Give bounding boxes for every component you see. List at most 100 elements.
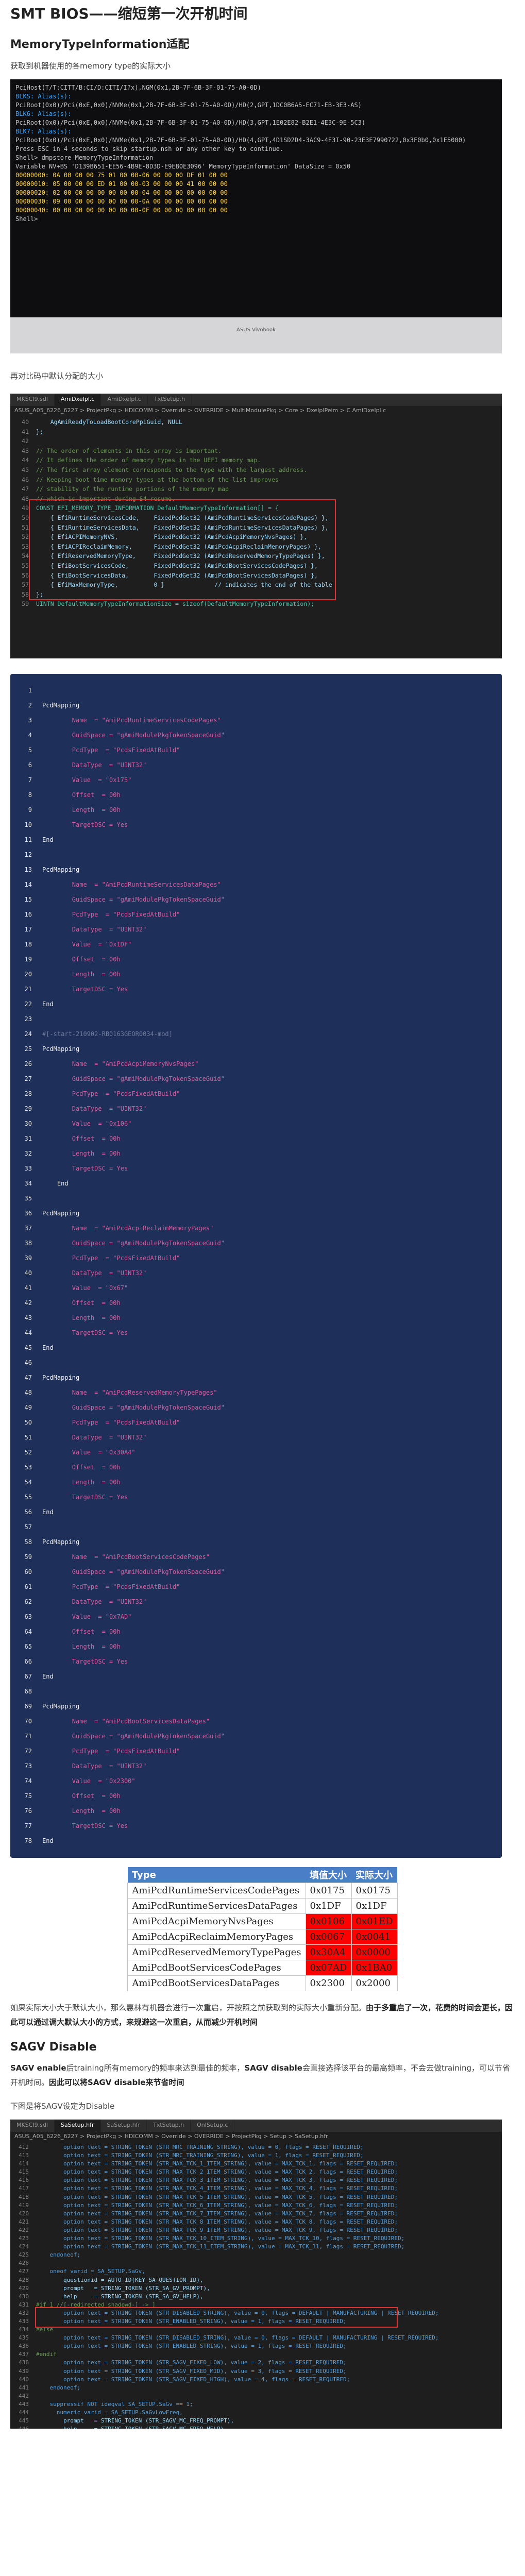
pcd-text: PcdType = "PcdsFixedAtBuild" [42,911,180,918]
line-text: option text = STRING_TOKEN (STR_MRC_TRAI… [36,2152,364,2159]
line-text: AgAmiReadyToLoadBootCorePpiGuid, NULL [36,418,182,426]
article-title: SMT BIOS——缩短第一次开机时间 [10,5,248,22]
pcd-line: 28 PcdType = "PcdsFixedAtBuild" [10,1087,502,1101]
pcd-text: #[-start-210902-RB0163GEOR0034-mod] [42,1030,173,1038]
line-number: 2 [28,702,32,709]
line-number: 31 [24,1135,32,1142]
line-number: 418 [19,2193,29,2200]
pcd-line: 27 GuidSpace = "gAmiModulePkgTokenSpaceG… [10,1072,502,1087]
line-number: 71 [24,1733,32,1740]
line-number: 413 [19,2152,29,2159]
pcd-line: 62 DataType = "UINT32" [10,1595,502,1609]
section-heading-memory-type: MemoryTypeInformation适配 [10,38,190,51]
line-text: option text = STRING_TOKEN (STR_MAX_TCK_… [36,2201,398,2209]
code-line: 419 option text = STRING_TOKEN (STR_MAX_… [10,2201,502,2210]
pcd-text: GuidSpace = "gAmiModulePkgTokenSpaceGuid… [42,1075,225,1082]
line-number: 74 [24,1777,32,1785]
shell-line: 00000030: 09 00 00 00 00 00 00 00-0A 00 … [15,198,228,205]
line-number: 435 [19,2334,29,2342]
sagv-paragraph: SAGV enable后training所有memory的频率来达到最佳的频率，… [10,2061,515,2090]
line-text: // It defines the order of memory types … [36,456,261,464]
line-number: 445 [19,2417,29,2425]
code-line: 442 [10,2392,502,2400]
pcd-line: 7 Value = "0x175" [10,773,502,788]
pcd-line: 69 PcdMapping [10,1699,502,1714]
line-number: 32 [24,1150,32,1157]
editor-tab[interactable]: MKSCI9.sdl [10,394,55,406]
editor-tab[interactable]: OnlSetup.c [191,2120,235,2132]
code-line: 436 option text = STRING_TOKEN (STR_ENAB… [10,2342,502,2350]
code-line: 427 oneof varid = SA_SETUP.SaGv, [10,2267,502,2276]
line-number: 25 [24,1045,32,1053]
pcd-text: GuidSpace = "gAmiModulePkgTokenSpaceGuid… [42,1240,225,1247]
table-cell: 0x1DF [305,1898,352,1914]
pcd-line: 26 Name = "AmiPcdAcpiMemoryNvsPages" [10,1057,502,1072]
editor-tab[interactable]: SaSetup.hfr [54,2120,101,2132]
code-line: 47 // stability of the runtime portions o… [10,484,502,494]
line-number: 44 [22,456,29,464]
line-number: 16 [24,911,32,918]
line-number: 56 [22,571,29,579]
line-number: 29 [24,1105,32,1112]
table-cell: 0x2300 [305,1975,352,1991]
editor-tab[interactable]: SaSetup.hfr [101,2120,147,2132]
line-number: 59 [22,600,29,608]
pcd-line: 51 DataType = "UINT32" [10,1430,502,1445]
line-number: 66 [24,1658,32,1665]
line-number: 39 [24,1255,32,1262]
pcd-text: PcdType = "PcdsFixedAtBuild" [42,1419,180,1426]
table-cell: 0x0000 [351,1944,398,1960]
line-number: 4 [28,732,32,739]
code-line: 429 prompt = STRING_TOKEN (STR_SA_GV_PRO… [10,2284,502,2293]
pcd-text: GuidSpace = "gAmiModulePkgTokenSpaceGuid… [42,1404,225,1411]
shell-line: Shell> [15,215,38,223]
sagv-enable-desc: 后training所有memory的频率来达到最佳的频率， [66,2063,245,2073]
table-row: AmiPcdBootServicesDataPages 0x2300 0x2000 [127,1975,398,1991]
pcd-text: Value = "0x7AD" [42,1613,132,1620]
highlight-box [35,2307,398,2328]
code-line: 444 numeric varid = SA_SETUP.SaGvLowFreq… [10,2409,502,2417]
line-number: 33 [24,1165,32,1172]
pcd-text: TargetDSC = Yes [42,1822,128,1829]
editor-tab[interactable]: TxtSetup.h [148,394,192,406]
code-line: 413 option text = STRING_TOKEN (STR_MRC_… [10,2151,502,2160]
pcd-line: 43 Length = 00h [10,1311,502,1326]
line-text: suppressif NOT ideqval SA_SETUP.SaGv == … [36,2400,193,2408]
code-line: 441 endoneof; [10,2384,502,2392]
pcd-text: GuidSpace = "gAmiModulePkgTokenSpaceGuid… [42,896,225,903]
editor-tab[interactable]: AmiDxeIpl.c [54,394,101,406]
line-number: 69 [24,1703,32,1710]
line-number: 52 [24,1449,32,1456]
editor-breadcrumb: ASUS_A05_6226_6227 > ProjectPkg > HDICOM… [10,2132,502,2141]
table-cell: AmiPcdReservedMemoryTypePages [127,1944,306,1960]
line-number: 51 [24,1434,32,1441]
pcd-text: PcdMapping [42,1538,80,1546]
summary-text: 如果实际大小大于默认大小，那么惠林有机器会进行一次重启，开按照之前获取到的实际大… [10,2003,366,2012]
line-text: // The first array element corresponds t… [36,466,308,473]
line-text: // stability of the runtime portions of … [36,485,229,493]
line-number: 415 [19,2168,29,2176]
editor-tab[interactable]: AmiDxeIpl.c [101,394,148,406]
line-text: option text = STRING_TOKEN (STR_MRC_TRAI… [36,2144,364,2150]
pcd-line: 46 [10,1355,502,1370]
line-number: 414 [19,2160,29,2167]
line-number: 431 [19,2301,29,2308]
editor-tab[interactable]: TxtSetup.h [147,2120,191,2132]
shell-line: 00000000: 0A 00 00 00 75 01 00 00-06 00 … [15,172,228,179]
line-text: help = STRING_TOKEN (STR_SA_GV_HELP), [36,2293,204,2300]
editor-tab[interactable]: MKSCI9.sdl [10,2120,55,2132]
pcd-text: DataType = "UINT32" [42,926,147,933]
pcd-line: 66 TargetDSC = Yes [10,1654,502,1669]
line-text: option text = STRING_TOKEN (STR_ENABLED_… [36,2343,347,2350]
pcd-line: 60 GuidSpace = "gAmiModulePkgTokenSpaceG… [10,1565,502,1580]
editor-tabs: MKSCI9.sdl SaSetup.hfr SaSetup.hfr TxtSetup… [10,2120,502,2132]
pcd-line: 39 PcdType = "PcdsFixedAtBuild" [10,1251,502,1266]
shell-line: Variable NV+BS 'D139B651-EE56-4B9E-8D3D-… [15,163,351,170]
line-number: 427 [19,2268,29,2275]
line-text: option text = STRING_TOKEN (STR_SAGV_FIX… [36,2359,347,2366]
line-number: 38 [24,1240,32,1247]
line-number: 55 [22,562,29,569]
code-screenshot-default-memory: MKSCI9.sdl AmiDxeIpl.c AmiDxeIpl.c TxtSetup… [10,394,502,658]
code-line: 41}; [10,427,502,437]
line-number: 11 [24,836,32,843]
